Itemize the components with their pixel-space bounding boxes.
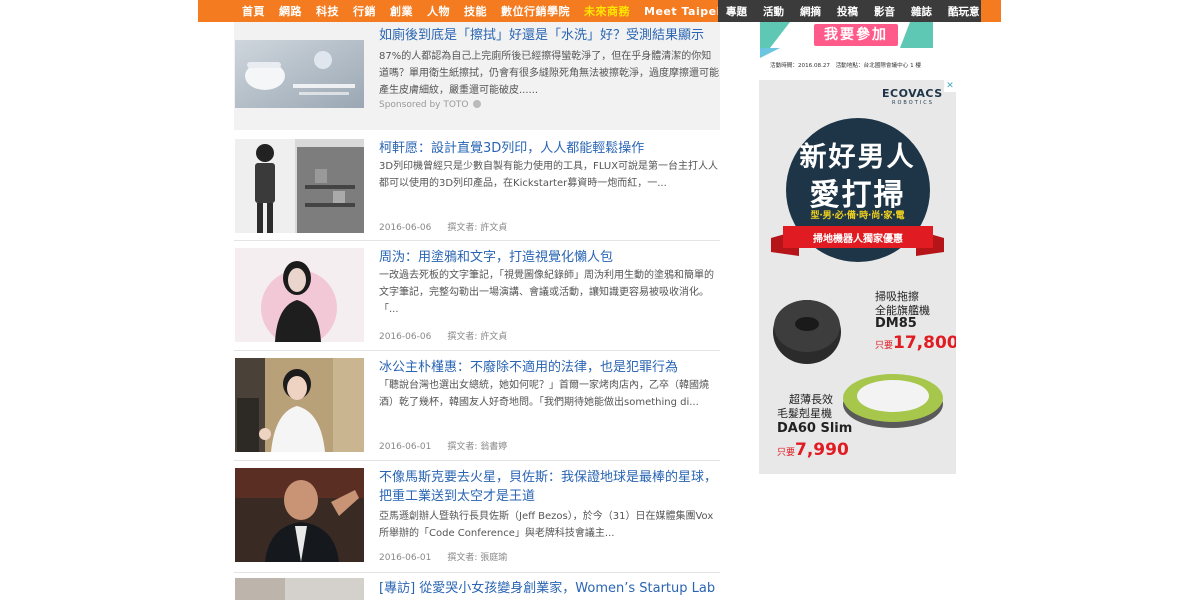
article-meta: 2016-06-06 撰文者: 許文貞 xyxy=(379,220,507,233)
ad-tagline: 型‧男‧必‧備‧時‧尚‧家‧電 xyxy=(810,211,905,221)
nav-events[interactable]: 活動 xyxy=(763,4,784,19)
article-summary: 「聽說台灣也選出女總統，她如何呢？」首爾一家烤肉店內，乙卒（韓國燒酒）乾了幾杯，… xyxy=(379,380,709,408)
main-nav: 首頁 網路 科技 行銷 創業 人物 技能 數位行銷學院 未來商務 Meet Ta… xyxy=(198,0,720,22)
article-title[interactable]: 冰公主朴槿惠：不廢除不適用的法律，也是犯罪行為 xyxy=(379,358,719,377)
divider xyxy=(234,460,720,461)
product-2-price-prefix: 只要 xyxy=(777,448,796,458)
event-signup-button[interactable]: 我要參加 xyxy=(814,24,898,46)
article-thumbnail[interactable] xyxy=(235,139,364,233)
article-thumbnail[interactable] xyxy=(235,468,364,562)
nav-special[interactable]: 專題 xyxy=(726,4,747,19)
article-title[interactable]: 柯軒愿：設計直覺3D列印，人人都能輕鬆操作 xyxy=(379,139,719,158)
product-2-desc-2: 毛髮剋星機 xyxy=(777,407,832,420)
nav-magazine[interactable]: 雜誌 xyxy=(911,4,932,19)
nav-home[interactable]: 首頁 xyxy=(242,3,265,19)
article-title[interactable]: 如廁後到底是「擦拭」好還是「水洗」好？受測結果顯示 xyxy=(379,26,719,45)
nav-internet[interactable]: 網路 xyxy=(279,3,302,19)
product-1-price-prefix: 只要 xyxy=(875,341,894,351)
article-thumbnail[interactable] xyxy=(235,578,364,600)
product-2-price-row: 只要7,990 xyxy=(777,440,849,460)
article-summary: 一改過去死板的文字筆記，「視覺圖像紀錄師」周沩利用生動的塗鴉和簡單的文字筆記，完… xyxy=(379,270,714,315)
article-thumbnail[interactable] xyxy=(235,248,364,342)
article-date: 2016-06-01 xyxy=(379,553,432,563)
divider xyxy=(234,572,720,573)
product-1-price-row: 只要17,800 xyxy=(875,333,956,353)
ad-close-icon[interactable]: ✕ xyxy=(944,80,956,92)
product-2-model: DA60 Slim xyxy=(777,421,853,436)
ad-headline-1: 新好男人 xyxy=(799,142,916,173)
article-meta: 2016-06-01 撰文者: 翁書婷 xyxy=(379,439,507,452)
sponsor-label: Sponsored by TOTO xyxy=(379,100,482,110)
article-summary: 87%的人都認為自己上完廁所後已經擦得蠻乾淨了，但在乎身體清潔的你知道嗎？單用衛… xyxy=(379,51,719,96)
event-ad-banner[interactable]: 我要參加 活動時間：2016.08.27 活動地點：台北國際會議中心 1 樓 xyxy=(760,22,933,76)
nav-startup[interactable]: 創業 xyxy=(390,3,413,19)
nav-submit[interactable]: 投稿 xyxy=(837,4,858,19)
nav-meet-taipei[interactable]: Meet Taipei xyxy=(644,5,721,18)
event-date-line: 活動時間：2016.08.27 活動地點：台北國際會議中心 1 樓 xyxy=(770,63,922,69)
list-item[interactable]: 冰公主朴槿惠：不廢除不適用的法律，也是犯罪行為 「聽說台灣也選出女總統，她如何呢… xyxy=(234,356,720,461)
article-date: 2016-06-06 xyxy=(379,223,432,233)
product-1-price: 17,800 xyxy=(893,333,956,353)
list-item[interactable]: [專訪] 從愛哭小女孩變身創業家，Women’s Startup Lab xyxy=(234,578,720,600)
nav-video[interactable]: 影音 xyxy=(874,4,895,19)
nav-people[interactable]: 人物 xyxy=(427,3,450,19)
product-2-price: 7,990 xyxy=(795,440,849,460)
nav-digital-academy[interactable]: 數位行銷學院 xyxy=(501,3,570,19)
top-nav: 首頁 網路 科技 行銷 創業 人物 技能 數位行銷學院 未來商務 Meet Ta… xyxy=(198,0,1001,22)
article-title[interactable]: 周沩：用塗鴉和文字，打造視覺化懶人包 xyxy=(379,248,719,267)
nav-gadgets[interactable]: 酷玩意 xyxy=(948,4,980,19)
article-author: 撰文者: 許文貞 xyxy=(447,223,508,233)
article-author: 撰文者: 許文貞 xyxy=(447,332,508,342)
toto-logo-icon xyxy=(473,100,482,108)
list-item[interactable]: 不像馬斯克要去火星，貝佐斯：我保證地球是最棒的星球，把重工業送到太空才是王道 亞… xyxy=(234,466,720,574)
list-item[interactable]: 周沩：用塗鴉和文字，打造視覺化懶人包 一改過去死板的文字筆記，「視覺圖像紀錄師」… xyxy=(234,246,720,351)
article-summary: 3D列印機曾經只是少數自製有能力使用的工具，FLUX可說是第一台主打人人都可以使… xyxy=(379,161,719,189)
divider xyxy=(234,240,720,241)
product-1-model: DM85 xyxy=(875,316,917,331)
article-meta: 2016-06-01 撰文者: 張庭瑜 xyxy=(379,550,507,563)
nav-skills[interactable]: 技能 xyxy=(464,3,487,19)
article-title[interactable]: [專訪] 從愛哭小女孩變身創業家，Women’s Startup Lab xyxy=(379,579,719,598)
article-date: 2016-06-06 xyxy=(379,332,432,342)
secondary-nav: 專題 活動 網摘 投稿 影音 雜誌 酷玩意 xyxy=(718,0,981,22)
sponsored-article[interactable]: 如廁後到底是「擦拭」好還是「水洗」好？受測結果顯示 87%的人都認為自己上完廁所… xyxy=(234,22,720,130)
article-author: 撰文者: 翁書婷 xyxy=(447,442,508,452)
article-title[interactable]: 不像馬斯克要去火星，貝佐斯：我保證地球是最棒的星球，把重工業送到太空才是王道 xyxy=(379,468,719,506)
nav-tech[interactable]: 科技 xyxy=(316,3,339,19)
divider xyxy=(234,350,720,351)
sponsor-text: Sponsored by TOTO xyxy=(379,100,469,110)
article-date: 2016-06-01 xyxy=(379,442,432,452)
list-item[interactable]: 柯軒愿：設計直覺3D列印，人人都能輕鬆操作 3D列印機曾經只是少數自製有能力使用… xyxy=(234,137,720,245)
ecovacs-brand-sub: ROBOTICS xyxy=(892,100,934,106)
ad-ribbon-text: 掃地機器人獨家優惠 xyxy=(813,234,903,245)
ecovacs-brand: ECOVACS xyxy=(882,87,943,100)
nav-marketing[interactable]: 行銷 xyxy=(353,3,376,19)
nav-future-commerce[interactable]: 未來商務 xyxy=(584,3,630,19)
article-meta: 2016-06-06 撰文者: 許文貞 xyxy=(379,329,507,342)
nav-digest[interactable]: 網摘 xyxy=(800,4,821,19)
article-thumbnail[interactable] xyxy=(235,40,364,108)
article-summary: 亞馬遜創辦人暨執行長貝佐斯（Jeff Bezos），於今（31）日在媒體集團Vo… xyxy=(379,511,714,539)
article-author: 撰文者: 張庭瑜 xyxy=(447,553,508,563)
article-thumbnail[interactable] xyxy=(235,358,364,452)
ecovacs-ad[interactable]: ✕ ECOVACS ROBOTICS 新好男人 愛打掃 型‧男‧必‧備‧時‧尚‧… xyxy=(759,80,956,474)
